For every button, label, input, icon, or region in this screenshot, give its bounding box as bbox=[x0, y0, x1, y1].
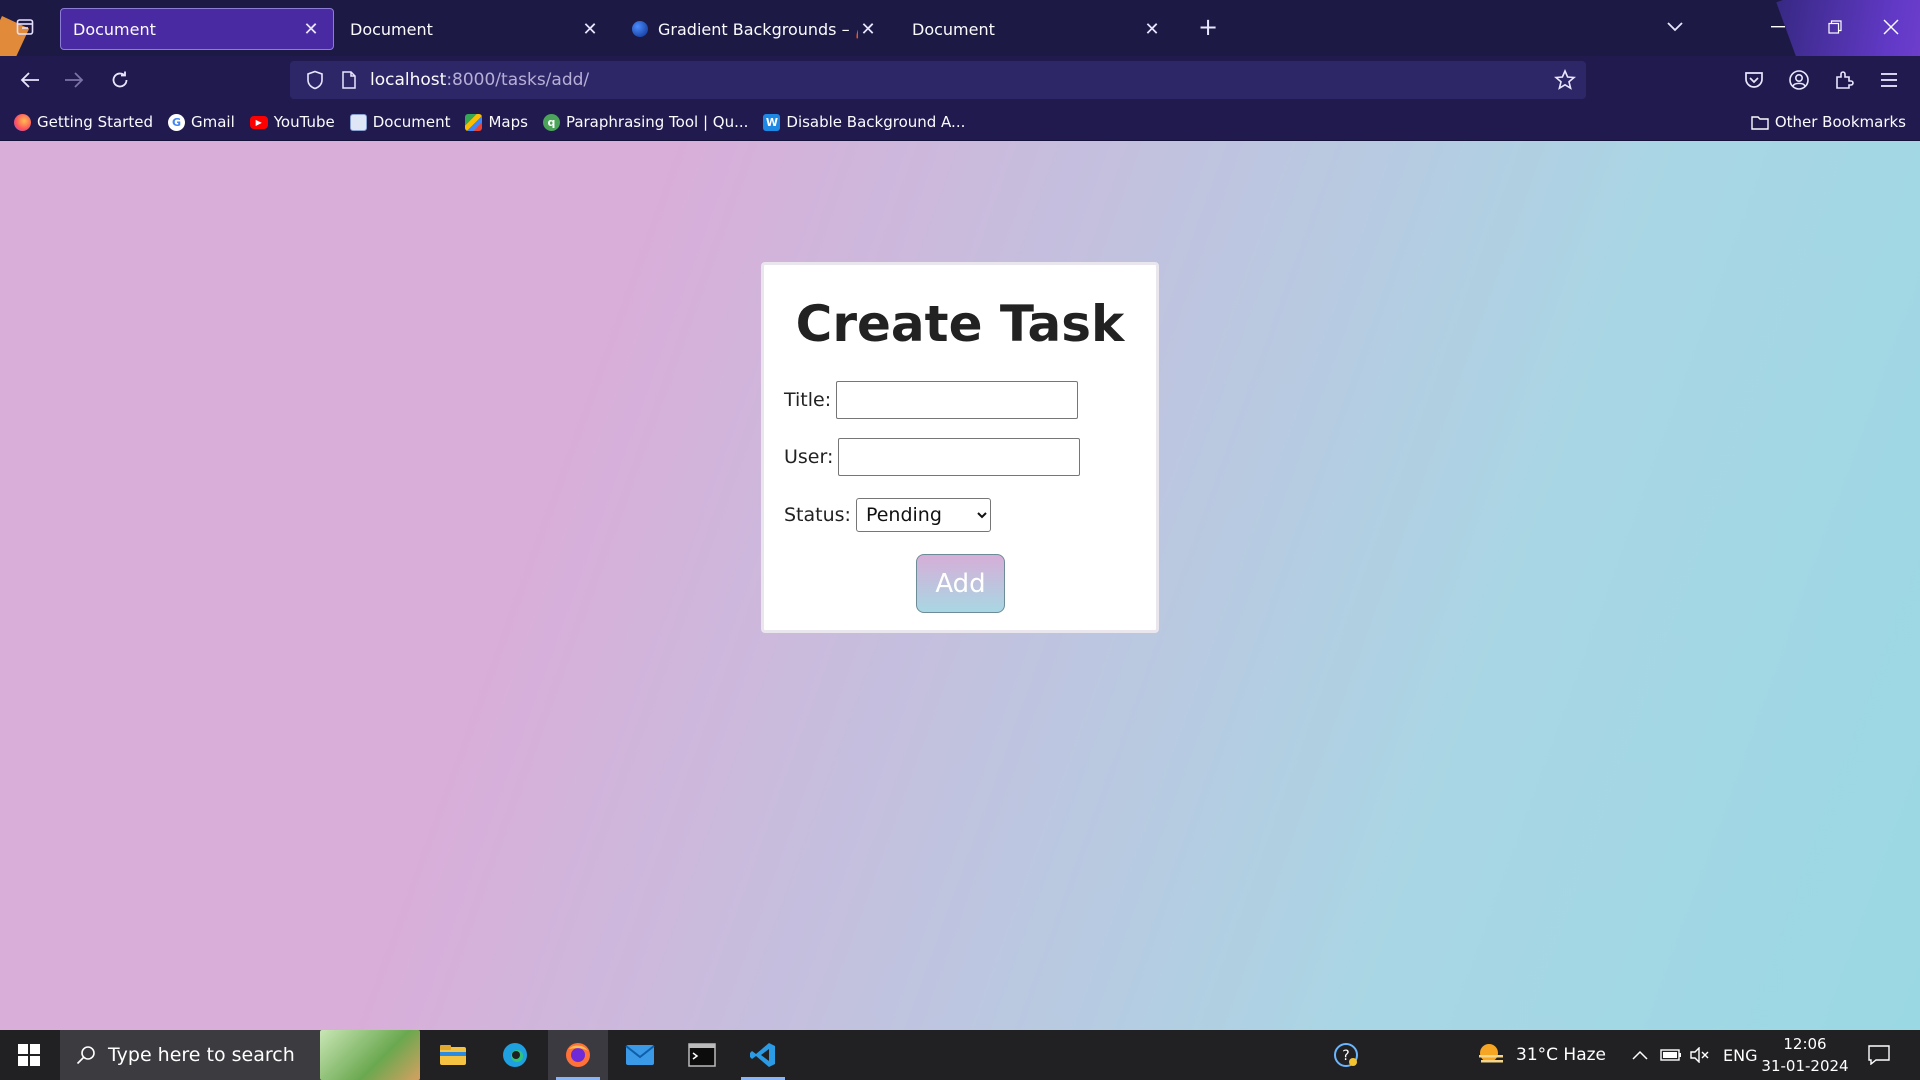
user-label: User: bbox=[784, 446, 834, 468]
close-icon[interactable]: ✕ bbox=[858, 19, 878, 40]
restore-icon[interactable] bbox=[1812, 6, 1858, 48]
create-task-card: Create Task Title: User: Status: Pending… bbox=[761, 262, 1159, 633]
tab-document-3[interactable]: Document ✕ bbox=[900, 8, 1174, 50]
file-explorer-icon[interactable] bbox=[423, 1030, 483, 1080]
title-input[interactable] bbox=[836, 381, 1079, 419]
clock-date: 31-01-2024 bbox=[1761, 1057, 1849, 1075]
search-highlight-image bbox=[320, 1030, 420, 1080]
page-body: Create Task Title: User: Status: Pending… bbox=[0, 141, 1920, 1030]
mail-icon[interactable] bbox=[610, 1030, 670, 1080]
bookmark-label: YouTube bbox=[273, 113, 335, 131]
clock[interactable]: 12:06 31-01-2024 bbox=[1760, 1033, 1850, 1077]
bookmark-maps[interactable]: Maps bbox=[465, 113, 528, 131]
taskbar: Type here to search ? 31°C Haze ENG 12:0… bbox=[0, 1030, 1920, 1080]
bookmark-youtube[interactable]: ▶ YouTube bbox=[249, 113, 335, 131]
forward-arrow-icon[interactable] bbox=[58, 64, 90, 96]
tab-title: Document bbox=[73, 19, 156, 39]
battery-icon[interactable] bbox=[1660, 1030, 1682, 1080]
status-label: Status: bbox=[784, 504, 851, 526]
title-label: Title: bbox=[784, 389, 832, 411]
tab-document-1[interactable]: Document ✕ bbox=[60, 8, 334, 50]
notifications-icon[interactable] bbox=[1868, 1030, 1890, 1080]
folder-icon bbox=[1751, 115, 1769, 130]
maps-icon bbox=[465, 113, 483, 131]
pocket-icon[interactable] bbox=[1738, 64, 1770, 96]
other-bookmarks[interactable]: Other Bookmarks bbox=[1751, 113, 1906, 131]
other-bookmarks-label: Other Bookmarks bbox=[1774, 113, 1906, 131]
navigation-toolbar: localhost:8000/tasks/add/ bbox=[0, 56, 1920, 104]
url-text[interactable]: localhost:8000/tasks/add/ bbox=[370, 70, 589, 90]
user-input[interactable] bbox=[838, 438, 1081, 476]
tab-gradient-backgrounds[interactable]: Gradient Backgrounds – 🌈 The ✕ bbox=[620, 8, 890, 50]
tab-document-2[interactable]: Document ✕ bbox=[338, 8, 612, 50]
tab-strip: Document ✕ Document ✕ Gradient Backgroun… bbox=[0, 0, 1920, 56]
bookmark-label: Gmail bbox=[190, 113, 235, 131]
search-icon bbox=[76, 1045, 96, 1065]
close-icon[interactable]: ✕ bbox=[1142, 19, 1162, 40]
page-title: Create Task bbox=[795, 295, 1125, 353]
youtube-icon: ▶ bbox=[249, 115, 268, 129]
minimize-icon[interactable] bbox=[1755, 6, 1801, 48]
search-placeholder: Type here to search bbox=[108, 1044, 295, 1066]
bookmark-disable-background[interactable]: W Disable Background A... bbox=[763, 113, 965, 131]
firefox-icon bbox=[14, 113, 31, 131]
add-button[interactable]: Add bbox=[916, 554, 1005, 613]
close-icon[interactable]: ✕ bbox=[580, 19, 600, 40]
new-tab-icon[interactable]: + bbox=[1193, 12, 1223, 42]
status-select[interactable]: Pending bbox=[855, 498, 991, 532]
status-row: Status: Pending bbox=[784, 498, 991, 532]
title-row: Title: bbox=[784, 381, 1079, 419]
taskbar-search[interactable]: Type here to search bbox=[60, 1030, 420, 1080]
url-host: localhost bbox=[370, 70, 447, 90]
windows-start-icon[interactable] bbox=[0, 1030, 58, 1080]
bookmark-label: Paraphrasing Tool | Qu... bbox=[565, 113, 749, 131]
bookmark-paraphrasing-tool[interactable]: q Paraphrasing Tool | Qu... bbox=[542, 113, 749, 131]
weather-widget[interactable]: 31°C Haze bbox=[1476, 1030, 1606, 1080]
sun-haze-icon bbox=[1476, 1042, 1506, 1068]
google-icon: G bbox=[167, 113, 185, 131]
user-row: User: bbox=[784, 438, 1081, 476]
bookmarks-toolbar: Getting Started G Gmail ▶ YouTube Docume… bbox=[0, 104, 1920, 141]
edge-icon[interactable] bbox=[485, 1030, 545, 1080]
close-window-icon[interactable] bbox=[1868, 6, 1914, 48]
reload-icon[interactable] bbox=[104, 64, 136, 96]
weather-text: 31°C Haze bbox=[1516, 1045, 1606, 1065]
clock-time: 12:06 bbox=[1783, 1035, 1827, 1053]
bookmark-label: Getting Started bbox=[37, 113, 153, 131]
firefox-view-icon[interactable] bbox=[8, 10, 42, 44]
shield-icon[interactable] bbox=[306, 70, 324, 90]
volume-muted-icon[interactable] bbox=[1690, 1030, 1710, 1080]
menu-icon[interactable] bbox=[1873, 64, 1905, 96]
firefox-taskbar-icon[interactable] bbox=[548, 1030, 608, 1080]
document-icon bbox=[349, 113, 367, 131]
vscode-icon[interactable] bbox=[733, 1030, 793, 1080]
bookmark-document[interactable]: Document bbox=[349, 113, 451, 131]
globe-icon bbox=[632, 21, 648, 37]
bookmark-label: Disable Background A... bbox=[786, 113, 966, 131]
bookmark-star-icon[interactable] bbox=[1554, 69, 1576, 91]
extensions-icon[interactable] bbox=[1828, 64, 1860, 96]
page-icon[interactable] bbox=[342, 71, 356, 89]
bookmark-getting-started[interactable]: Getting Started bbox=[14, 113, 153, 131]
tab-title: Document bbox=[350, 19, 433, 39]
terminal-icon[interactable] bbox=[672, 1030, 732, 1080]
language-indicator[interactable]: ENG bbox=[1723, 1030, 1757, 1080]
bookmark-label: Maps bbox=[488, 113, 528, 131]
w-icon: W bbox=[763, 113, 781, 131]
show-hidden-icons-icon[interactable] bbox=[1632, 1030, 1648, 1080]
url-path: :8000/tasks/add/ bbox=[446, 70, 590, 90]
address-bar[interactable]: localhost:8000/tasks/add/ bbox=[290, 61, 1586, 99]
account-icon[interactable] bbox=[1783, 64, 1815, 96]
bookmark-gmail[interactable]: G Gmail bbox=[167, 113, 235, 131]
tab-title: Document bbox=[912, 19, 995, 39]
svg-text:?: ? bbox=[1342, 1048, 1349, 1064]
help-icon[interactable]: ? bbox=[1332, 1030, 1360, 1080]
close-icon[interactable]: ✕ bbox=[301, 19, 321, 40]
back-arrow-icon[interactable] bbox=[14, 64, 46, 96]
chevron-down-icon[interactable] bbox=[1660, 12, 1690, 42]
bookmark-label: Document bbox=[372, 113, 451, 131]
tab-title: Gradient Backgrounds – 🌈 The bbox=[658, 19, 858, 39]
quillbot-icon: q bbox=[542, 113, 560, 131]
